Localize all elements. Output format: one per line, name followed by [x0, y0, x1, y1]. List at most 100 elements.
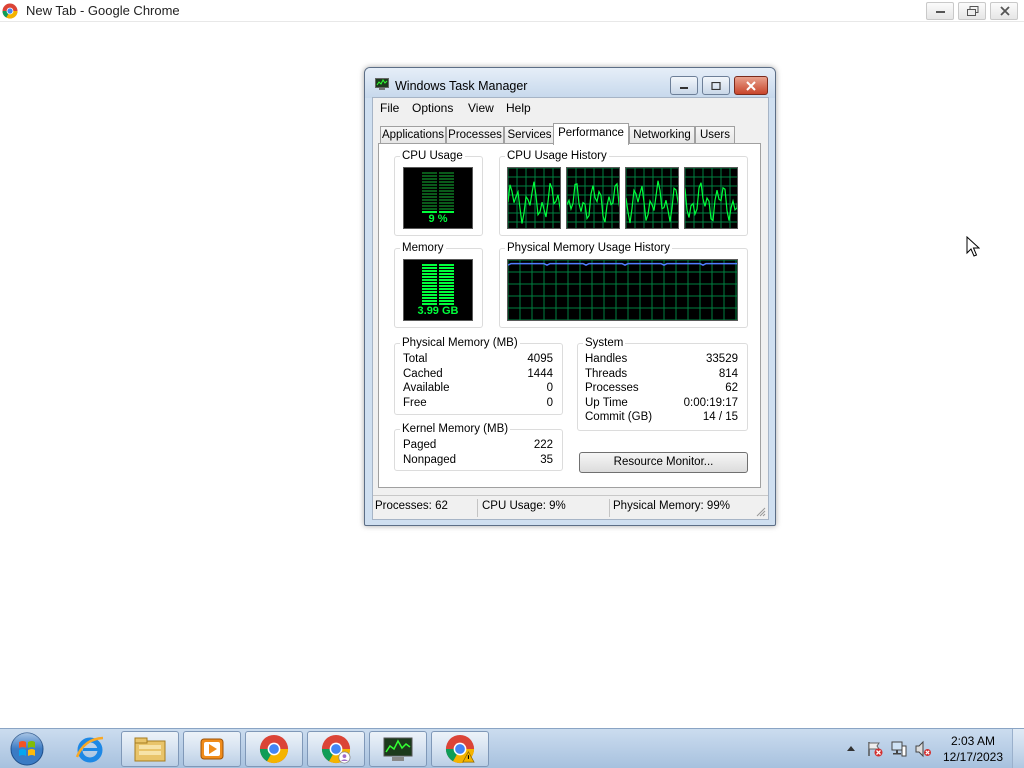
- menu-file[interactable]: File: [380, 101, 399, 115]
- action-center-flag-icon[interactable]: [866, 740, 884, 758]
- cpu-core-graph: [625, 167, 679, 229]
- clock-date[interactable]: 12/17/2023: [938, 750, 1008, 764]
- tm-close-button[interactable]: [734, 76, 768, 95]
- resize-grip-icon[interactable]: [756, 507, 766, 517]
- physical-memory-label: Physical Memory (MB): [400, 336, 520, 350]
- cpu-core-graph: [684, 167, 738, 229]
- tm-maximize-button[interactable]: [702, 76, 730, 95]
- memory-value: 3.99 GB: [417, 305, 459, 317]
- media-player-icon: [200, 738, 224, 760]
- taskbar-file-explorer[interactable]: [121, 731, 179, 767]
- tab-performance[interactable]: Performance: [553, 123, 629, 145]
- memory-history-label: Physical Memory Usage History: [505, 241, 672, 255]
- tab-processes[interactable]: Processes: [446, 126, 504, 144]
- system-group: System Handles 33529 Threads 814 Process…: [577, 336, 748, 431]
- tab-networking[interactable]: Networking: [629, 126, 695, 144]
- task-manager-icon: [375, 78, 389, 90]
- kernel-memory-label: Kernel Memory (MB): [400, 422, 511, 436]
- physical-memory-row-value: 0: [546, 382, 553, 394]
- chrome-icon: [259, 734, 289, 764]
- status-bar: Processes: 62 CPU Usage: 9% Physical Mem…: [373, 495, 768, 519]
- show-desktop-button[interactable]: [1012, 729, 1024, 768]
- restore-button[interactable]: [958, 2, 986, 20]
- chrome-icon: [2, 3, 18, 19]
- memory-meter: 3.99 GB: [403, 259, 473, 321]
- show-hidden-icons-icon[interactable]: [846, 744, 856, 752]
- kernel-memory-group: Kernel Memory (MB) Paged 222 Nonpaged 35: [394, 422, 563, 471]
- chrome-title-bar: New Tab - Google Chrome: [0, 0, 1024, 22]
- cpu-core-graph: [566, 167, 620, 229]
- cpu-history-label: CPU Usage History: [505, 149, 609, 163]
- physical-memory-row-value: 0: [546, 397, 553, 409]
- menu-view[interactable]: View: [468, 101, 494, 115]
- task-manager-icon: [383, 737, 413, 761]
- task-manager-window: Windows Task Manager File Options View H…: [364, 67, 776, 526]
- cpu-usage-meter: 9 %: [403, 167, 473, 229]
- taskbar-chrome-alert[interactable]: [431, 731, 489, 767]
- system-row-label: Threads: [585, 368, 628, 380]
- file-explorer-icon: [134, 737, 166, 762]
- tab-users[interactable]: Users: [695, 126, 735, 144]
- taskbar-chrome-profile[interactable]: [307, 731, 365, 767]
- physical-memory-row-label: Total: [403, 353, 428, 365]
- minimize-button[interactable]: [926, 2, 954, 20]
- system-row-value: 814: [718, 368, 738, 380]
- system-row-label: Up Time: [585, 397, 628, 409]
- system-row-label: Commit (GB): [585, 411, 653, 423]
- restore-icon: [967, 6, 979, 16]
- clock-time[interactable]: 2:03 AM: [938, 734, 1008, 748]
- physical-memory-row-label: Available: [403, 382, 450, 394]
- taskbar-task-manager[interactable]: [369, 731, 427, 767]
- system-row-label: Handles: [585, 353, 628, 365]
- start-button[interactable]: [8, 731, 46, 767]
- close-icon: [746, 80, 756, 91]
- tm-minimize-button[interactable]: [670, 76, 698, 95]
- system-row-label: Processes: [585, 382, 639, 394]
- system-label: System: [583, 336, 626, 350]
- minimize-icon: [680, 86, 688, 89]
- physical-memory-group: Physical Memory (MB) Total 4095 Cached 1…: [394, 336, 563, 415]
- system-row-value: 0:00:19:17: [683, 397, 738, 409]
- tab-applications[interactable]: Applications: [380, 126, 446, 144]
- kernel-memory-row-value: 222: [533, 439, 553, 451]
- status-cpu: CPU Usage: 9%: [482, 500, 566, 512]
- mouse-cursor-icon: [966, 236, 980, 257]
- physical-memory-row-value: 4095: [527, 353, 553, 365]
- menu-options[interactable]: Options: [412, 101, 453, 115]
- internet-explorer-taskbar[interactable]: [74, 733, 106, 765]
- network-icon[interactable]: [890, 740, 908, 758]
- physical-memory-row-label: Free: [403, 397, 427, 409]
- taskbar-chrome[interactable]: [245, 731, 303, 767]
- close-button[interactable]: [990, 2, 1018, 20]
- chrome-alert-icon: [445, 734, 475, 764]
- maximize-icon: [711, 81, 721, 90]
- kernel-memory-row-label: Nonpaged: [403, 454, 457, 466]
- memory-history-graph: [507, 259, 738, 321]
- tab-services[interactable]: Services: [504, 126, 555, 144]
- status-separator: [477, 499, 478, 517]
- close-icon: [1000, 6, 1010, 16]
- cpu-history-group: CPU Usage History: [499, 149, 748, 236]
- resource-monitor-button[interactable]: Resource Monitor...: [579, 452, 748, 473]
- system-row-value: 14 / 15: [702, 411, 738, 423]
- performance-panel: CPU Usage 9 % CPU Usage History Memory 3…: [378, 143, 761, 488]
- task-manager-title-bar[interactable]: Windows Task Manager: [365, 68, 775, 98]
- task-manager-title: Windows Task Manager: [395, 79, 528, 93]
- status-processes: Processes: 62: [375, 500, 448, 512]
- chrome-profile-icon: [321, 734, 351, 764]
- system-row-value: 62: [725, 382, 738, 394]
- cpu-core-graph: [507, 167, 561, 229]
- cpu-usage-group: CPU Usage 9 %: [394, 149, 483, 236]
- memory-history-group: Physical Memory Usage History: [499, 241, 748, 328]
- start-orb-icon: [10, 732, 44, 766]
- physical-memory-row-label: Cached: [403, 368, 443, 380]
- menu-help[interactable]: Help: [506, 101, 531, 115]
- taskbar-media-player[interactable]: [183, 731, 241, 767]
- volume-muted-icon[interactable]: [914, 740, 932, 758]
- system-row-value: 33529: [706, 353, 738, 365]
- status-separator: [609, 499, 610, 517]
- cpu-usage-label: CPU Usage: [400, 149, 465, 163]
- window-title: New Tab - Google Chrome: [26, 3, 180, 18]
- task-manager-body: File Options View Help Applications Proc…: [372, 97, 769, 520]
- kernel-memory-row-label: Paged: [403, 439, 437, 451]
